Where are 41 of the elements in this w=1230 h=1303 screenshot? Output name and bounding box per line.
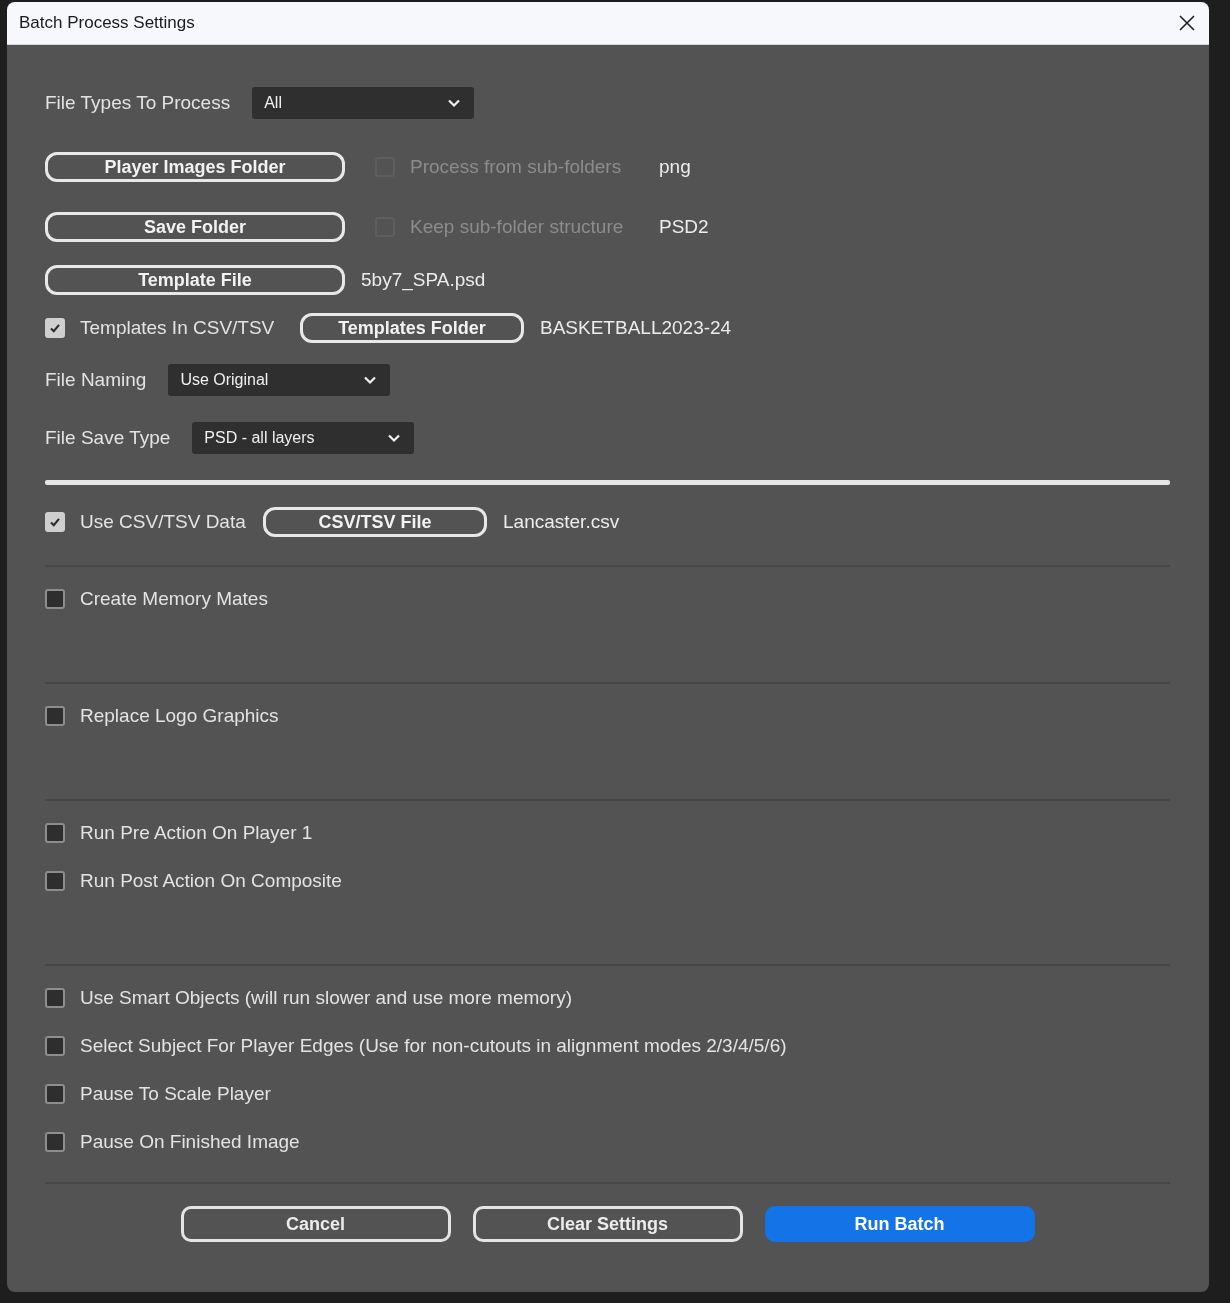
dropdown[interactable]: Use Original xyxy=(168,364,391,396)
field-label: File Types To Process xyxy=(45,92,231,114)
folder-button[interactable]: Templates Folder xyxy=(300,313,524,343)
checkbox-label: Keep sub-folder structure xyxy=(410,216,624,238)
checkbox-label: Process from sub-folders xyxy=(410,156,622,178)
checkbox[interactable] xyxy=(45,1132,65,1152)
path-value: PSD2 xyxy=(659,216,709,238)
field-label: File Save Type xyxy=(45,427,171,449)
checkbox[interactable] xyxy=(45,988,65,1008)
folder-button[interactable]: Player Images Folder xyxy=(45,152,345,182)
checkbox[interactable] xyxy=(45,1036,65,1056)
checkbox-label: Create Memory Mates xyxy=(80,588,268,610)
file-button[interactable]: CSV/TSV File xyxy=(263,507,487,537)
dropdown[interactable]: PSD - all layers xyxy=(192,422,415,454)
close-icon xyxy=(1179,15,1195,31)
checkbox[interactable] xyxy=(45,1084,65,1104)
run-button[interactable]: Run Batch xyxy=(764,1206,1035,1242)
checkbox-label: Run Post Action On Composite xyxy=(80,870,342,892)
field-label: File Naming xyxy=(45,369,147,391)
path-value: BASKETBALL2023-24 xyxy=(540,317,732,339)
folder-button[interactable]: Save Folder xyxy=(45,212,345,242)
checkbox-label: Replace Logo Graphics xyxy=(80,705,279,727)
path-value: png xyxy=(659,156,691,178)
window-title: Batch Process Settings xyxy=(19,13,195,33)
checkbox[interactable] xyxy=(45,589,65,609)
checkbox-label: Use CSV/TSV Data xyxy=(80,511,246,533)
checkbox[interactable] xyxy=(45,706,65,726)
checkbox-label: Select Subject For Player Edges (Use for non-cutouts in alignment modes 2/3/4/5/6) xyxy=(80,1035,787,1057)
checkbox-label: Pause On Finished Image xyxy=(80,1131,300,1153)
dialog-button[interactable]: Clear Settings xyxy=(472,1206,743,1242)
checkbox-label: Templates In CSV/TSV xyxy=(80,317,275,339)
path-value: Lancaster.csv xyxy=(503,511,620,533)
checkbox-label: Pause To Scale Player xyxy=(80,1083,271,1105)
dialog-button[interactable]: Cancel xyxy=(180,1206,451,1242)
checkbox[interactable] xyxy=(45,871,65,891)
path-value: 5by7_SPA.psd xyxy=(361,269,486,291)
folder-button[interactable]: Template File xyxy=(45,265,345,295)
checkbox[interactable] xyxy=(45,823,65,843)
dropdown[interactable]: All xyxy=(252,87,475,119)
checkbox-label: Run Pre Action On Player 1 xyxy=(80,822,313,844)
checkbox-label: Use Smart Objects (will run slower and use more memory) xyxy=(80,987,573,1009)
